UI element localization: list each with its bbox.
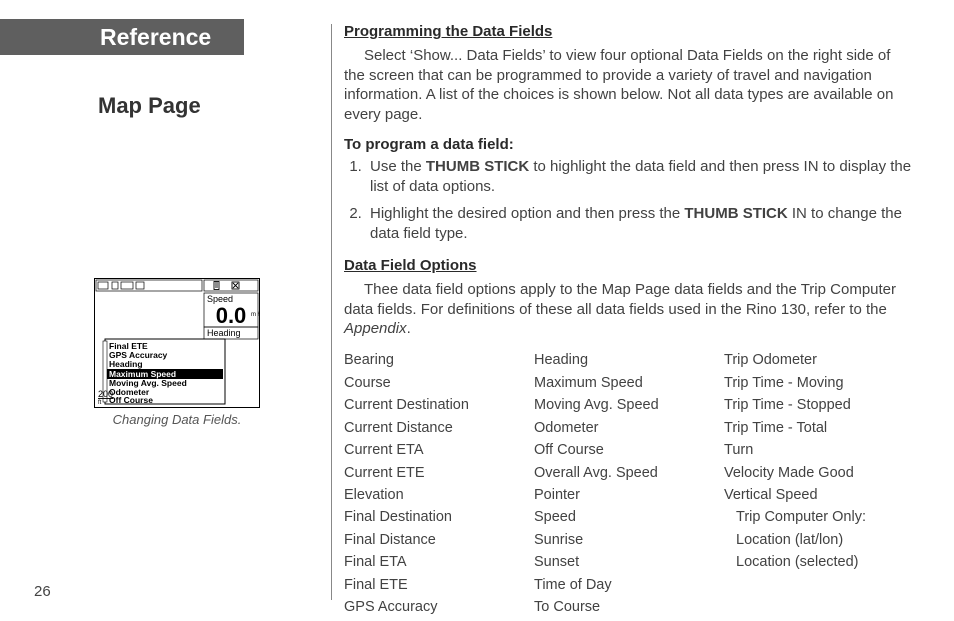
option-item: GPS Accuracy [344, 596, 534, 618]
option-item: Speed [534, 506, 724, 528]
step-2: Highlight the desired option and then pr… [366, 204, 914, 244]
option-item: Velocity Made Good [724, 462, 914, 484]
screenshot-caption: Changing Data Fields. [94, 412, 260, 427]
svg-text:ft: ft [98, 400, 102, 406]
option-item: Off Course [534, 439, 724, 461]
svg-text:Off Course: Off Course [109, 395, 153, 405]
option-item: Trip Computer Only: [724, 506, 914, 528]
option-item: Course [344, 372, 534, 394]
page-subtitle: Map Page [98, 93, 201, 119]
option-item: To Course [534, 596, 724, 618]
option-item: Current ETE [344, 462, 534, 484]
option-item: Final Distance [344, 529, 534, 551]
options-col-1: BearingCourseCurrent DestinationCurrent … [344, 349, 534, 619]
option-item: Current ETA [344, 439, 534, 461]
heading-to-program: To program a data field: [344, 135, 914, 155]
option-item: Final ETE [344, 574, 534, 596]
options-col-2: HeadingMaximum SpeedMoving Avg. SpeedOdo… [534, 349, 724, 619]
page-number: 26 [34, 583, 51, 600]
option-item: Location (selected) [724, 551, 914, 573]
option-item: Final ETA [344, 551, 534, 573]
screenshot-svg: Speed 0.0 m h Heading Final ETE GPS Accu… [94, 278, 260, 408]
heading-data-field-options: Data Field Options [344, 256, 914, 276]
option-item: Overall Avg. Speed [534, 462, 724, 484]
heading-programming: Programming the Data Fields [344, 22, 914, 42]
option-item: Odometer [534, 417, 724, 439]
option-item: Sunset [534, 551, 724, 573]
option-item: Time of Day [534, 574, 724, 596]
option-item: Maximum Speed [534, 372, 724, 394]
svg-text:0.0: 0.0 [216, 303, 247, 328]
option-item: Vertical Speed [724, 484, 914, 506]
option-item: Turn [724, 439, 914, 461]
options-columns: BearingCourseCurrent DestinationCurrent … [344, 349, 914, 619]
option-item: Moving Avg. Speed [534, 394, 724, 416]
reference-header: Reference [0, 19, 244, 55]
option-item: Heading [534, 349, 724, 371]
device-screenshot: Speed 0.0 m h Heading Final ETE GPS Accu… [94, 278, 260, 427]
option-item: Pointer [534, 484, 724, 506]
svg-text:200: 200 [98, 389, 113, 399]
option-item: Bearing [344, 349, 534, 371]
option-item: Current Destination [344, 394, 534, 416]
option-item: Trip Time - Stopped [724, 394, 914, 416]
option-item: Trip Time - Total [724, 417, 914, 439]
option-item: Trip Time - Moving [724, 372, 914, 394]
svg-text:Heading: Heading [109, 359, 143, 369]
options-col-3: Trip OdometerTrip Time - MovingTrip Time… [724, 349, 914, 619]
column-divider [331, 24, 332, 600]
option-item: Location (lat/lon) [724, 529, 914, 551]
svg-text:m h: m h [251, 312, 260, 318]
option-item: Sunrise [534, 529, 724, 551]
paragraph-programming: Select ‘Show... Data Fields’ to view fou… [344, 46, 914, 125]
content-area: Programming the Data Fields Select ‘Show… [344, 22, 914, 619]
option-item: Elevation [344, 484, 534, 506]
paragraph-options: Thee data field options apply to the Map… [344, 280, 914, 339]
option-item: Trip Odometer [724, 349, 914, 371]
option-item: Final Destination [344, 506, 534, 528]
reference-label: Reference [100, 24, 211, 51]
svg-text:Heading: Heading [207, 328, 241, 338]
steps-list: Use the THUMB STICK to highlight the dat… [366, 157, 914, 244]
option-item: Current Distance [344, 417, 534, 439]
step-1: Use the THUMB STICK to highlight the dat… [366, 157, 914, 197]
